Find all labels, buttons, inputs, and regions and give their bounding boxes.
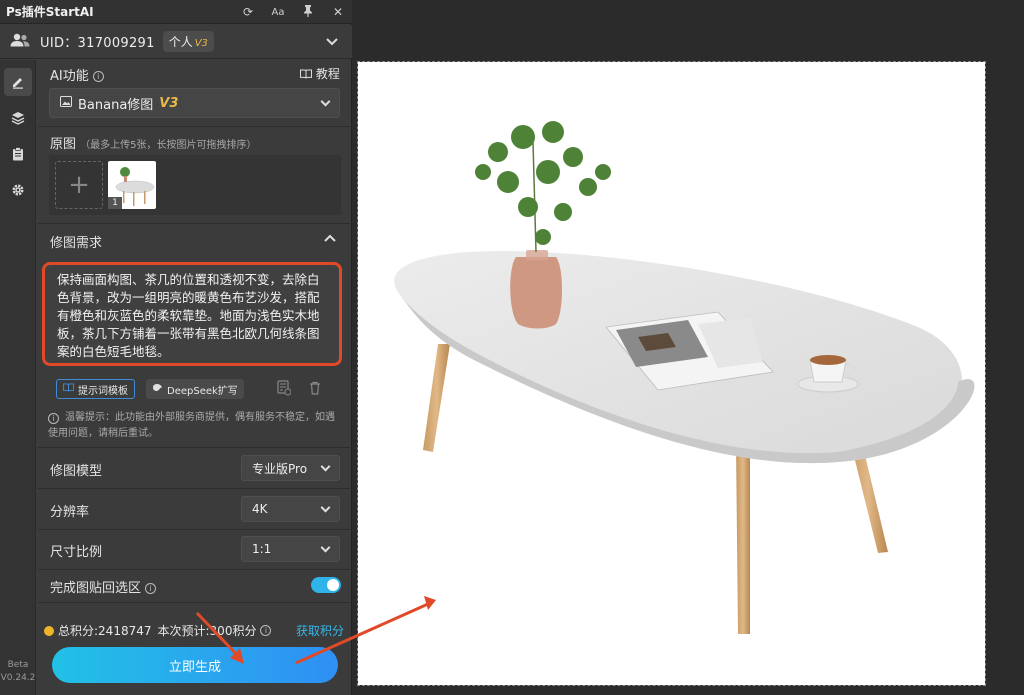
version-label: V0.24.2 [0, 673, 36, 683]
image-icon [60, 95, 72, 111]
layers-icon[interactable] [4, 104, 32, 132]
clipboard-icon[interactable] [4, 140, 32, 168]
book-icon [63, 383, 74, 395]
info-icon: i [48, 413, 59, 424]
notice-text: i 温馨提示：此功能由外部服务商提供，偶有服务不稳定，如遇使用问题，请稍后重试。 [48, 412, 335, 439]
total-points: 总积分:2418747 [58, 624, 152, 638]
prompt-textarea[interactable]: 保持画面构图、茶几的位置和透视不变，去除白色背景，改为一组明亮的暖黄色布艺沙发，… [42, 262, 342, 366]
beta-label: Beta [7, 660, 29, 670]
deepseek-expand-button[interactable]: DeepSeek扩写 [146, 379, 244, 399]
plugin-panel: Ps插件StartAI ⟳ Aa ✕ UID：317009291 个人 V3 B… [0, 0, 352, 695]
tutorial-link[interactable]: 教程 [300, 65, 340, 82]
plan-badge: 个人 V3 [162, 31, 214, 52]
ai-function-select[interactable]: Banana修图 V3 [49, 88, 340, 118]
prompt-template-button[interactable]: 提示词模板 [56, 379, 135, 399]
title-bar: Ps插件StartAI ⟳ Aa ✕ [0, 0, 352, 24]
info-icon[interactable]: i [260, 625, 272, 636]
users-icon [10, 32, 30, 51]
upload-area[interactable]: + 1 [49, 155, 341, 215]
resolution-select[interactable]: 4K [241, 496, 340, 522]
account-bar[interactable]: UID：317009291 个人 V3 [0, 25, 352, 59]
plan-version: V3 [194, 38, 208, 49]
ai-function-label: AI功能 i [50, 65, 104, 84]
deepseek-icon [152, 383, 163, 395]
trash-icon[interactable] [309, 381, 321, 399]
source-images-hint: （最多上传5张，长按图片可拖拽排序） [80, 140, 257, 151]
document-canvas[interactable] [357, 61, 986, 686]
ai-function-version: V3 [159, 95, 179, 111]
source-images-label: 原图 （最多上传5张，长按图片可拖拽排序） [50, 137, 257, 152]
chevron-down-icon[interactable] [326, 35, 338, 49]
model-label: 修图模型 [50, 464, 103, 479]
generate-button[interactable]: 立即生成 [52, 647, 338, 683]
points-summary: 总积分:2418747 本次预计:300积分 i [44, 622, 272, 639]
edit-request-label: 修图需求 [50, 236, 103, 251]
uid-text: UID：317009291 [40, 36, 155, 51]
model-select[interactable]: 专业版Pro [241, 455, 340, 481]
refresh-icon[interactable]: ⟳ [240, 5, 256, 19]
close-icon[interactable]: ✕ [330, 5, 346, 19]
ai-function-value: Banana修图 [78, 97, 154, 113]
plan-label: 个人 [168, 35, 193, 49]
get-points-link[interactable]: 获取积分 [296, 622, 344, 639]
resolution-value: 4K [252, 502, 268, 516]
estimate-points: 本次预计:300积分 [157, 624, 257, 638]
ratio-label: 尺寸比例 [50, 545, 103, 560]
chevron-up-icon[interactable] [324, 231, 336, 246]
app-title: Ps插件StartAI [6, 5, 94, 19]
coin-icon [44, 625, 54, 636]
paste-back-label: 完成图贴回选区 i [50, 577, 157, 596]
model-value: 专业版Pro [252, 461, 308, 476]
info-icon[interactable]: i [145, 583, 157, 594]
ratio-select[interactable]: 1:1 [241, 536, 340, 562]
icon-rail: Beta V0.24.2 [0, 60, 36, 695]
pin-icon[interactable] [300, 4, 316, 20]
thumbnail-index: 1 [108, 197, 122, 209]
book-icon [300, 67, 316, 81]
history-icon[interactable] [277, 380, 292, 400]
gear-icon[interactable] [4, 176, 32, 204]
resolution-label: 分辨率 [50, 505, 90, 520]
edit-icon[interactable] [4, 68, 32, 96]
font-icon[interactable]: Aa [270, 7, 286, 18]
coffee-table-photo [394, 121, 975, 634]
info-icon[interactable]: i [92, 71, 104, 82]
ratio-value: 1:1 [252, 542, 272, 556]
add-image-button[interactable]: + [55, 161, 103, 209]
paste-back-toggle[interactable] [311, 577, 341, 593]
